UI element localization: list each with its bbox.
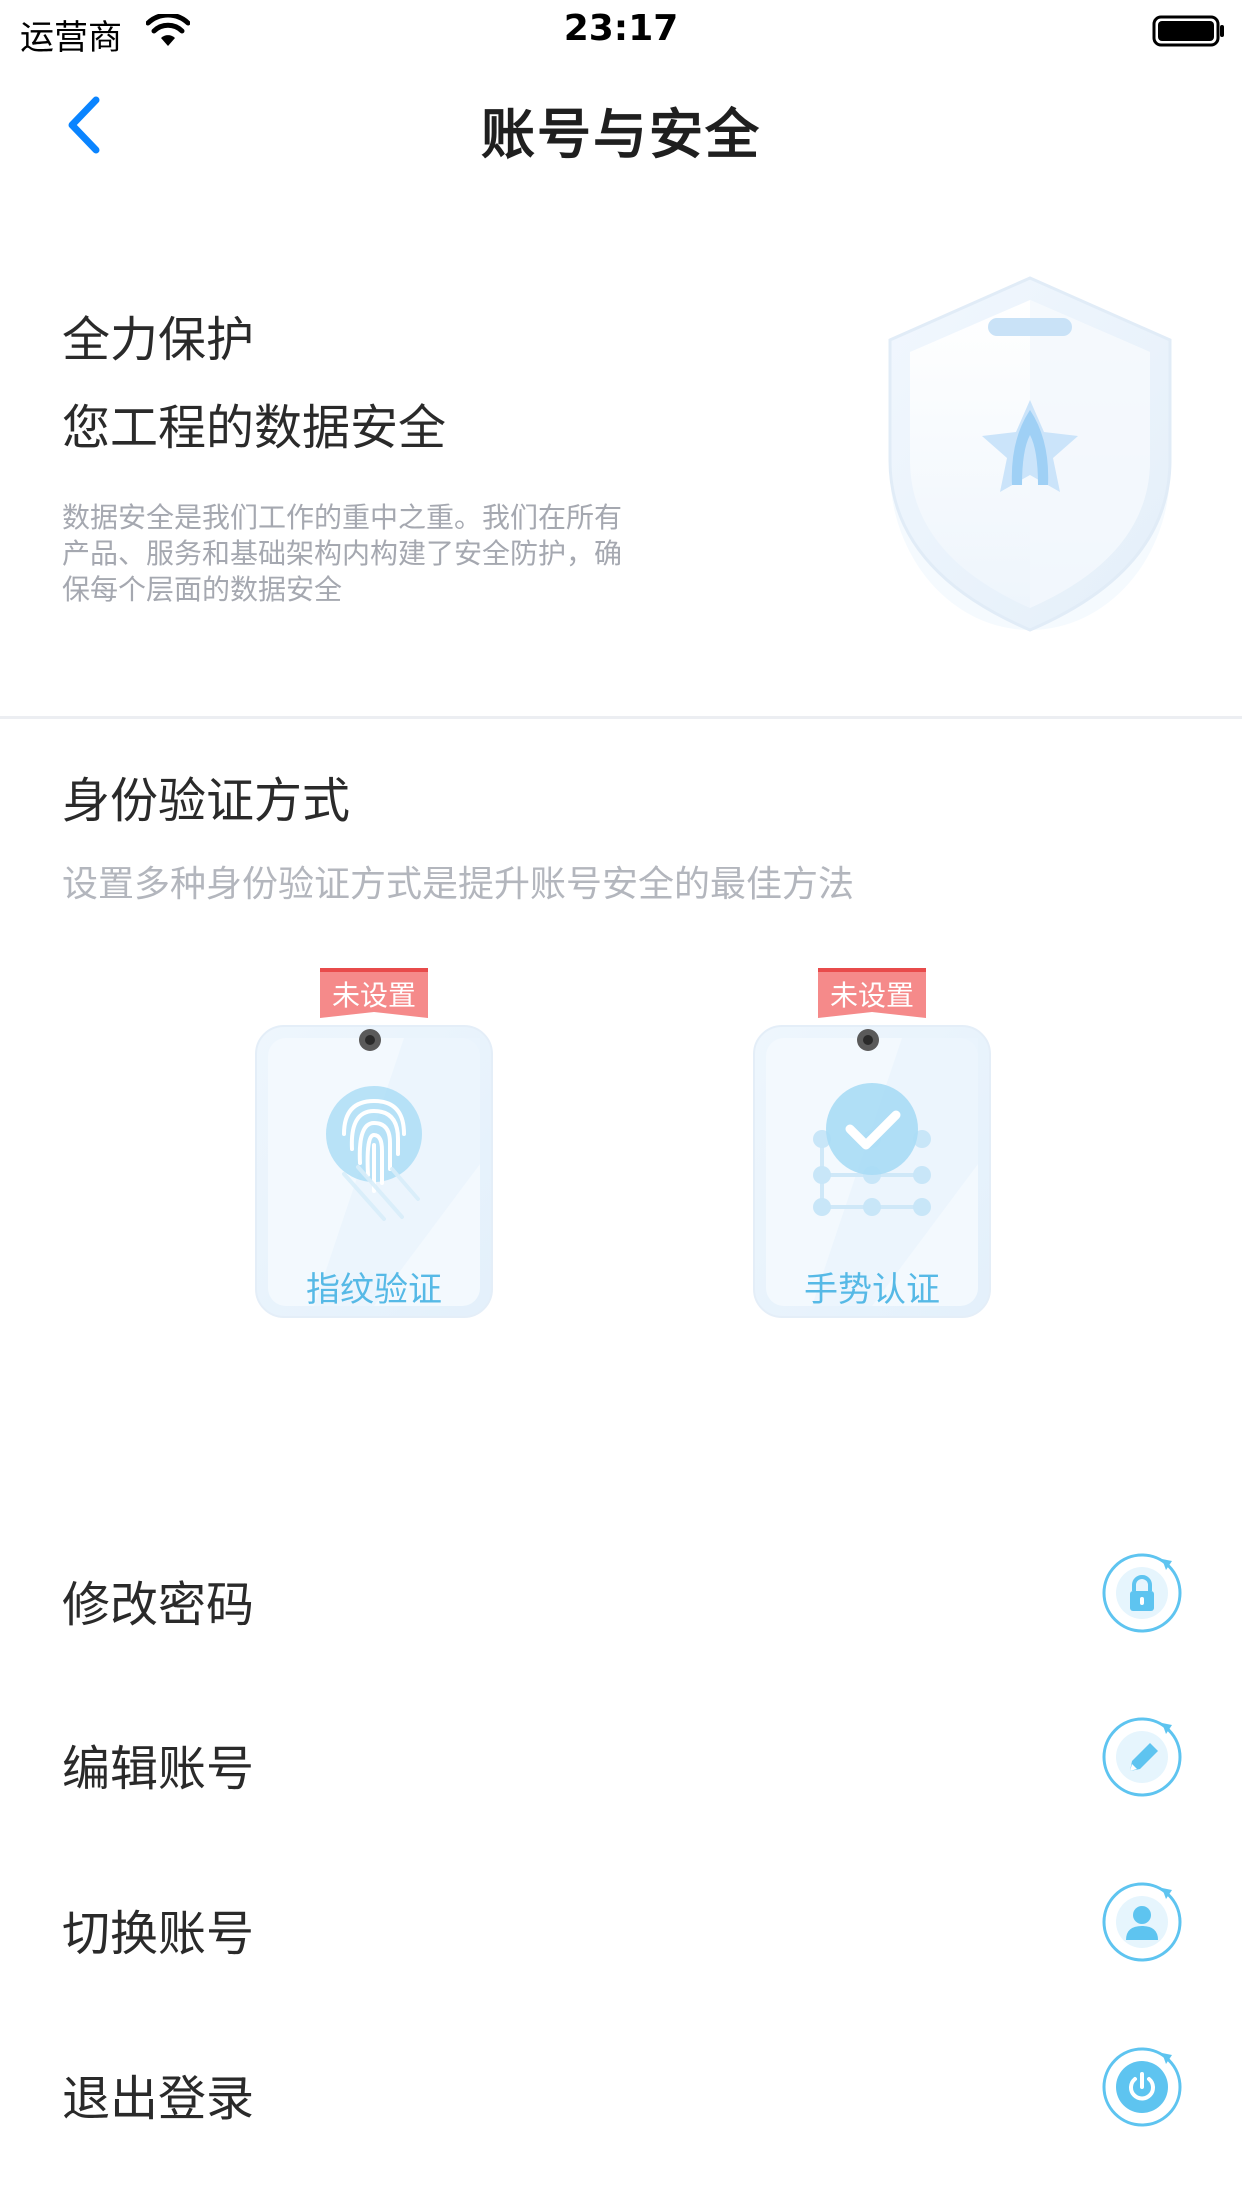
not-set-badge: 未设置 bbox=[818, 968, 926, 1020]
edit-account-label: 编辑账号 bbox=[62, 1741, 255, 1797]
navigation-bar: 账号与安全 bbox=[0, 60, 1242, 190]
pencil-icon bbox=[1102, 1717, 1182, 1797]
gesture-auth-label: 手势认证 bbox=[804, 1270, 940, 1310]
logout-row[interactable]: 退出登录 bbox=[0, 2012, 1242, 2162]
fingerprint-auth-label: 指纹验证 bbox=[306, 1270, 442, 1310]
fingerprint-auth-card[interactable]: 指纹验证 未设置 bbox=[254, 968, 494, 1319]
hero-subheadline: 您工程的数据安全 bbox=[62, 400, 447, 456]
logout-label: 退出登录 bbox=[62, 2071, 255, 2127]
not-set-badge-text: 未设置 bbox=[829, 979, 914, 1012]
change-password-label: 修改密码 bbox=[62, 1577, 255, 1633]
hero-description: 数据安全是我们工作的重中之重。我们在所有产品、服务和基础架构内构建了安全防护，确… bbox=[62, 501, 623, 606]
gesture-pattern-icon bbox=[813, 1083, 931, 1216]
change-password-row[interactable]: 修改密码 bbox=[0, 1518, 1242, 1668]
battery-icon bbox=[1152, 15, 1224, 47]
edit-account-row[interactable]: 编辑账号 bbox=[0, 1682, 1242, 1832]
page-title: 账号与安全 bbox=[481, 103, 761, 166]
power-icon bbox=[1102, 2047, 1182, 2127]
not-set-badge-text: 未设置 bbox=[331, 979, 416, 1012]
switch-account-row[interactable]: 切换账号 bbox=[0, 1847, 1242, 1997]
fingerprint-icon bbox=[326, 1086, 422, 1221]
auth-methods-section: 身份验证方式 设置多种身份验证方式是提升账号安全的最佳方法 指纹验证 未设置 手… bbox=[0, 719, 1242, 1504]
security-hero: 全力保护 您工程的数据安全 数据安全是我们工作的重中之重。我们在所有产品、服务和… bbox=[0, 190, 1242, 716]
gesture-auth-card[interactable]: 手势认证 未设置 bbox=[752, 968, 992, 1319]
auth-section-subtitle: 设置多种身份验证方式是提升账号安全的最佳方法 bbox=[62, 864, 855, 905]
account-security-screen: 运营商 23:17 账号与安全 全力保护 您工程的数据安全 数据安全是我们工作的… bbox=[0, 0, 1242, 2208]
switch-account-label: 切换账号 bbox=[62, 1906, 255, 1962]
lock-icon bbox=[1102, 1553, 1182, 1633]
shield-icon bbox=[888, 276, 1172, 632]
status-bar: 运营商 23:17 bbox=[0, 0, 1242, 60]
auth-section-title: 身份验证方式 bbox=[62, 773, 351, 829]
not-set-badge: 未设置 bbox=[320, 968, 428, 1020]
hero-headline: 全力保护 bbox=[62, 312, 255, 368]
status-time: 23:17 bbox=[563, 8, 679, 49]
user-icon bbox=[1102, 1882, 1182, 1962]
